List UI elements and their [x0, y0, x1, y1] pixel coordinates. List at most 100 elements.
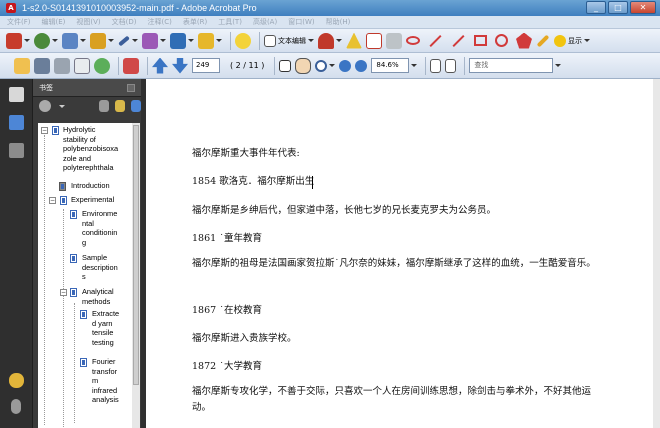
- close-button[interactable]: ✕: [630, 1, 656, 14]
- attachments-panel-icon[interactable]: [11, 399, 21, 414]
- expand-bookmark-icon[interactable]: [131, 100, 141, 112]
- show-comments-button[interactable]: 显示: [554, 32, 590, 50]
- fit-page-button[interactable]: [430, 57, 442, 75]
- bookmark-line: g: [82, 237, 87, 247]
- bookmarks-scrollbar[interactable]: [132, 123, 140, 428]
- menu-comments[interactable]: 注释(C): [148, 17, 172, 27]
- delete-bookmark-icon[interactable]: [99, 100, 109, 112]
- link-button[interactable]: [386, 32, 402, 50]
- bookmarks-scroll-thumb[interactable]: [133, 125, 139, 385]
- review-icon: [198, 32, 214, 49]
- search-field[interactable]: 查找: [469, 57, 562, 75]
- bookmark-item-introduction[interactable]: Introduction: [71, 181, 110, 191]
- previous-page-button[interactable]: [152, 57, 168, 75]
- bookmark-line: stability of: [63, 134, 96, 144]
- text-edit-label: 文本编辑: [278, 36, 306, 45]
- create-pdf-icon: [6, 32, 22, 49]
- options-icon[interactable]: [39, 100, 51, 112]
- menu-window[interactable]: 窗口(W): [288, 17, 314, 27]
- menu-document[interactable]: 文档(D): [112, 17, 137, 27]
- comment-note-button[interactable]: [235, 32, 251, 50]
- toolbar-separator: [230, 31, 231, 50]
- document-page[interactable]: 福尔摩斯重大事件年代表: 1854 歌洛克．福尔摩斯出生 福尔摩斯是乡绅后代，但…: [146, 79, 653, 428]
- next-page-button[interactable]: [172, 57, 188, 75]
- secure-button[interactable]: [90, 32, 114, 50]
- bookmark-item-experimental[interactable]: Experimental: [71, 195, 114, 205]
- arrow-tool-button[interactable]: [428, 32, 443, 50]
- collapse-toggle[interactable]: −: [41, 127, 48, 134]
- text-edit-button[interactable]: 文本编辑: [264, 32, 314, 50]
- arrow-icon: [429, 34, 442, 47]
- comments-panel-icon[interactable]: [9, 373, 24, 388]
- bookmarks-header: 书签: [33, 79, 141, 97]
- maximize-button[interactable]: □: [608, 1, 628, 14]
- stamp-button[interactable]: [318, 32, 342, 50]
- bookmark-line: analysis: [92, 395, 119, 405]
- attach-button[interactable]: [346, 32, 362, 50]
- zoom-tool-button[interactable]: [315, 57, 336, 75]
- menu-tools[interactable]: 工具(T): [218, 17, 242, 27]
- collapse-toggle[interactable]: −: [60, 289, 67, 296]
- rectangle-tool-button[interactable]: [474, 32, 487, 50]
- menu-file[interactable]: 文件(F): [7, 17, 31, 27]
- print-button[interactable]: [54, 57, 70, 75]
- save-button[interactable]: [34, 57, 50, 75]
- page-number-input[interactable]: 249: [192, 58, 220, 73]
- search-input[interactable]: 查找: [469, 58, 554, 73]
- zoom-level-field[interactable]: 84.6%: [371, 57, 418, 75]
- zoom-in-button[interactable]: [355, 57, 368, 75]
- arrow-down-icon: [172, 57, 188, 74]
- menu-forms[interactable]: 表单(R): [183, 17, 207, 27]
- multimedia-button[interactable]: [170, 32, 194, 50]
- new-bookmark-icon[interactable]: [115, 100, 125, 112]
- sign-button[interactable]: [118, 32, 138, 50]
- forms-button[interactable]: [142, 32, 166, 50]
- bookmark-item-fourier-transform-infrared[interactable]: Fourier transfor m infrared analysis: [92, 357, 119, 405]
- menu-advanced[interactable]: 高级(A): [253, 17, 277, 27]
- text-box-button[interactable]: [366, 32, 382, 50]
- create-pdf-button[interactable]: [6, 32, 30, 50]
- collapse-toggle[interactable]: −: [49, 197, 56, 204]
- email-icon: [74, 57, 90, 74]
- bookmark-line: description: [82, 262, 118, 272]
- oval-tool-button[interactable]: [495, 32, 508, 50]
- toolbar-separator: [425, 56, 427, 75]
- fit-width-button[interactable]: [445, 57, 457, 75]
- zoom-out-button[interactable]: [339, 57, 352, 75]
- bookmark-item-environmental-conditioning[interactable]: Environme ntal conditionin g: [82, 209, 117, 247]
- bookmark-item-extracted-yarn-tensile-testing[interactable]: Extracte d yarn tensile testing: [92, 309, 119, 347]
- bookmark-item-sample-descriptions[interactable]: Sample description s: [82, 253, 118, 282]
- organizer-button[interactable]: [94, 57, 110, 75]
- email-button[interactable]: [74, 57, 90, 75]
- pencil-tool-button[interactable]: [536, 32, 550, 50]
- chevron-down-icon: [329, 64, 336, 67]
- zoom-in-icon: [355, 59, 368, 72]
- polygon-tool-button[interactable]: [516, 32, 532, 50]
- document-scrollbar[interactable]: [653, 79, 660, 428]
- collaborate-button[interactable]: [62, 32, 86, 50]
- find-button[interactable]: [123, 57, 139, 75]
- cloud-tool-button[interactable]: [406, 32, 420, 50]
- menu-edit[interactable]: 编辑(E): [42, 17, 66, 27]
- line-tool-button[interactable]: [451, 32, 466, 50]
- open-button[interactable]: [14, 57, 30, 75]
- zoom-level-input[interactable]: 84.6%: [371, 58, 410, 73]
- signatures-panel-icon[interactable]: [9, 143, 24, 158]
- stamp-icon: [318, 32, 334, 49]
- pages-panel-icon[interactable]: [9, 87, 24, 102]
- chevron-down-icon: [24, 39, 30, 42]
- bookmark-item-analytical-methods[interactable]: Analytical methods: [82, 287, 114, 306]
- minimize-button[interactable]: _: [586, 1, 606, 14]
- hand-tool-button[interactable]: [295, 57, 312, 75]
- menu-help[interactable]: 帮助(H): [326, 17, 351, 27]
- cloud-icon: [406, 36, 420, 45]
- bookmarks-panel-icon[interactable]: [9, 115, 24, 130]
- bookmark-item-title[interactable]: Hydrolytic stability of polybenzobisoxa …: [63, 125, 118, 173]
- select-tool-button[interactable]: [279, 57, 292, 75]
- combine-button[interactable]: [34, 32, 58, 50]
- chevron-down-icon: [160, 39, 166, 42]
- page-number-field[interactable]: 249: [192, 57, 220, 75]
- collapse-pane-button[interactable]: [127, 84, 135, 92]
- review-button[interactable]: [198, 32, 222, 50]
- menu-view[interactable]: 视图(V): [76, 17, 100, 27]
